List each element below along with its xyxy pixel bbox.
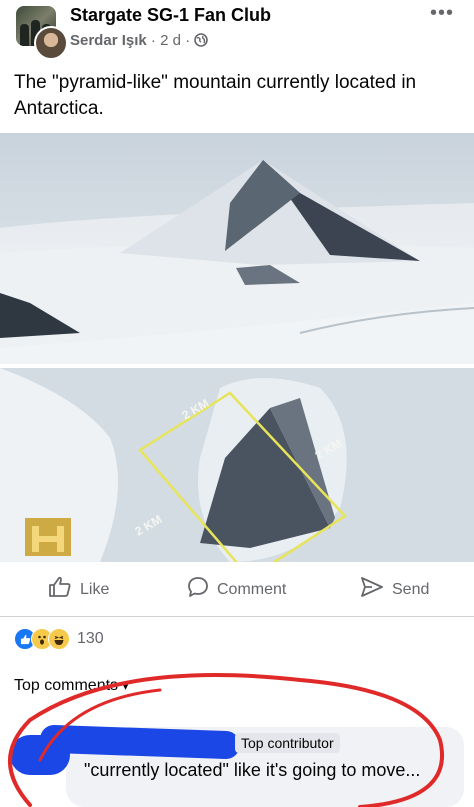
pyramid-photo: [0, 133, 474, 364]
author-name[interactable]: Serdar Işık: [70, 32, 147, 49]
post-meta: Serdar Işık · 2 d ·: [70, 32, 209, 51]
post-header: Stargate SG-1 Fan Club Serdar Işık · 2 d…: [0, 0, 474, 62]
pyramid-aerial-photo: 2 KM 2 KM 2 KM: [0, 368, 474, 562]
author-avatar[interactable]: [34, 26, 68, 60]
globe-icon: [194, 33, 209, 51]
post-image-1[interactable]: [0, 133, 474, 364]
divider: [0, 616, 474, 617]
comment-text: "currently located" like it's going to m…: [84, 760, 421, 780]
haha-reaction-icon: [48, 628, 70, 650]
comment-bubble-icon: [187, 576, 209, 603]
post-body: The "pyramid-like" mountain currently lo…: [14, 72, 417, 119]
group-name[interactable]: Stargate SG-1 Fan Club: [70, 5, 271, 26]
post-time[interactable]: 2 d: [160, 32, 181, 49]
post-actions: Like Comment Send: [0, 570, 474, 610]
more-dots-icon[interactable]: •••: [430, 2, 454, 25]
top-contributor-badge: Top contributor: [235, 733, 340, 753]
send-arrow-icon: [360, 576, 384, 603]
reactions-summary[interactable]: 130: [14, 628, 104, 650]
reaction-count: 130: [77, 630, 104, 647]
thumbs-up-icon: [48, 576, 72, 603]
send-button[interactable]: Send: [360, 576, 429, 603]
like-button[interactable]: Like: [48, 576, 109, 603]
group-avatar[interactable]: [16, 6, 68, 60]
comments-sort-dropdown[interactable]: Top comments ▾: [14, 677, 129, 695]
comment-button[interactable]: Comment: [187, 576, 286, 603]
chevron-down-icon: ▾: [122, 679, 129, 693]
post-image-2[interactable]: 2 KM 2 KM 2 KM: [0, 368, 474, 562]
